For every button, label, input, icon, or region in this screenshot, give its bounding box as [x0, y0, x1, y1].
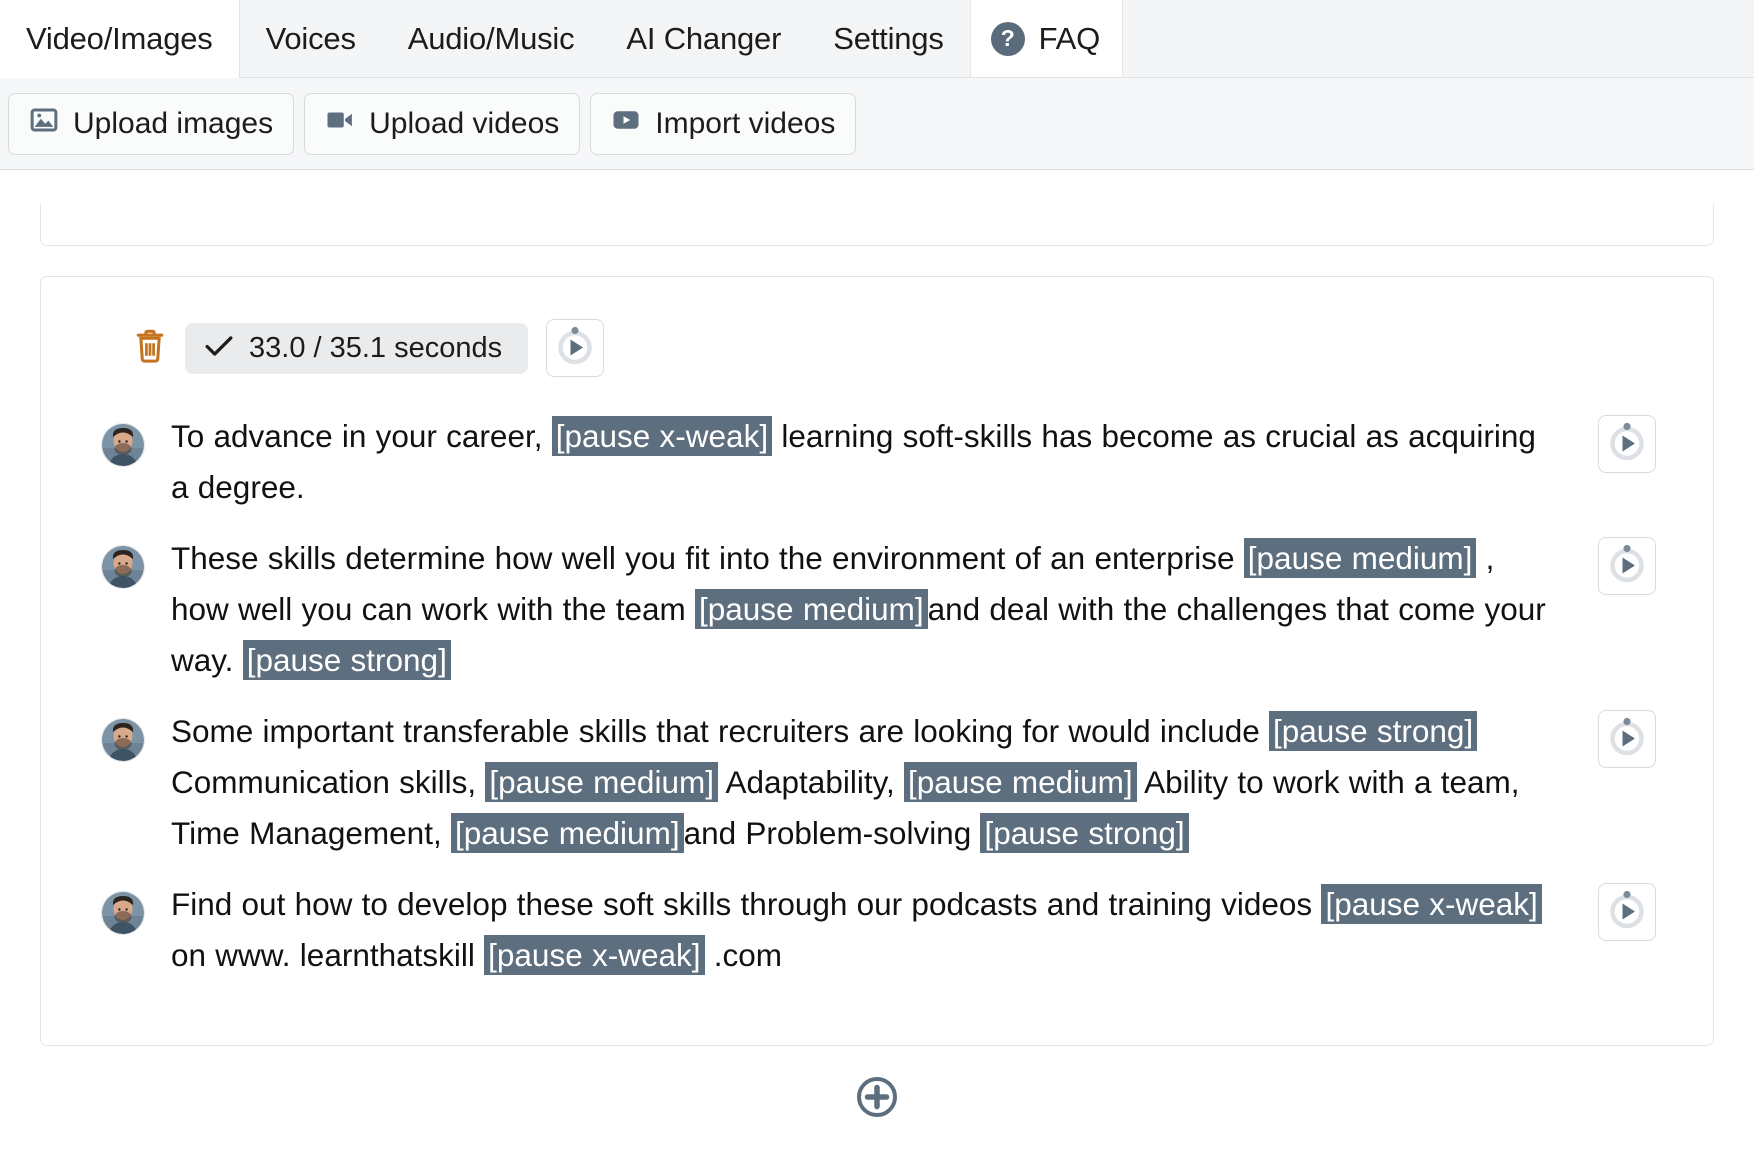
sentence-row: Some important transferable skills that …	[75, 706, 1679, 859]
video-camera-icon	[325, 105, 355, 143]
avatar-cell	[75, 411, 171, 467]
play-cell	[1575, 879, 1679, 942]
play-icon	[1605, 542, 1649, 591]
check-icon	[205, 332, 233, 365]
avatar	[101, 545, 145, 590]
trash-icon[interactable]	[133, 328, 167, 369]
upload-toolbar: Upload images Upload videos Import video…	[0, 78, 1754, 170]
sentence-text[interactable]: These skills determine how well you fit …	[171, 533, 1575, 686]
card-meta-row: 33.0 / 35.1 seconds	[75, 319, 1679, 377]
pause-tag[interactable]: [pause medium]	[450, 813, 684, 854]
previous-card-partial	[40, 204, 1714, 246]
play-cell	[1575, 706, 1679, 769]
sentence-row: These skills determine how well you fit …	[75, 533, 1679, 686]
script-card: 33.0 / 35.1 seconds To advance in your c…	[40, 276, 1714, 1047]
tab-label: Audio/Music	[407, 20, 575, 56]
tab-audio-music[interactable]: Audio/Music	[382, 0, 601, 77]
tab-video-images[interactable]: Video/Images	[0, 0, 240, 78]
plus-circle-icon[interactable]	[852, 1072, 902, 1127]
tab-bar: Video/Images Voices Audio/Music AI Chang…	[0, 0, 1754, 78]
import-videos-button[interactable]: Import videos	[590, 92, 857, 155]
play-icon	[553, 324, 597, 373]
pause-tag[interactable]: [pause medium]	[485, 762, 718, 803]
sentence-text[interactable]: Some important transferable skills that …	[171, 706, 1575, 859]
avatar-cell	[75, 706, 171, 763]
sentence-text[interactable]: To advance in your career, [pause x-weak…	[171, 411, 1575, 513]
sentence-play-button[interactable]	[1598, 883, 1656, 942]
sentence-row: To advance in your career, [pause x-weak…	[75, 411, 1679, 513]
pause-tag[interactable]: [pause strong]	[980, 813, 1189, 854]
tab-label: Video/Images	[26, 20, 213, 56]
play-icon	[1605, 715, 1649, 764]
play-box-icon	[611, 105, 641, 143]
duration-label: 33.0 / 35.1 seconds	[249, 331, 503, 364]
pause-tag[interactable]: [pause strong]	[1269, 711, 1478, 752]
sentence-play-button[interactable]	[1598, 537, 1656, 596]
tab-label: Settings	[833, 20, 944, 56]
duration-badge: 33.0 / 35.1 seconds	[185, 322, 529, 374]
avatar	[101, 718, 145, 763]
page-body: 33.0 / 35.1 seconds To advance in your c…	[0, 204, 1754, 1128]
question-mark-icon: ?	[990, 21, 1025, 56]
upload-videos-button[interactable]: Upload videos	[304, 92, 581, 155]
add-block-row	[40, 1072, 1714, 1127]
pause-tag[interactable]: [pause medium]	[1243, 538, 1477, 579]
pause-tag[interactable]: [pause medium]	[904, 762, 1137, 803]
tab-ai-changer[interactable]: AI Changer	[600, 0, 807, 77]
import-videos-label: Import videos	[655, 106, 836, 140]
tab-label: AI Changer	[626, 20, 782, 56]
upload-images-label: Upload images	[73, 106, 274, 140]
pause-tag[interactable]: [pause strong]	[242, 640, 451, 681]
pause-tag[interactable]: [pause x-weak]	[551, 416, 773, 456]
avatar	[101, 423, 145, 467]
sentence-row: Find out how to develop these soft skill…	[75, 879, 1679, 981]
play-icon	[1605, 888, 1649, 937]
sentence-play-button[interactable]	[1598, 415, 1656, 473]
play-cell	[1575, 411, 1679, 473]
upload-videos-label: Upload videos	[369, 106, 560, 140]
image-icon	[29, 105, 59, 143]
sentence-play-button[interactable]	[1598, 710, 1656, 769]
tab-voices[interactable]: Voices	[240, 0, 382, 77]
pause-tag[interactable]: [pause x-weak]	[1321, 884, 1542, 925]
card-play-button[interactable]	[546, 319, 605, 377]
pause-tag[interactable]: [pause medium]	[694, 589, 928, 630]
avatar-cell	[75, 533, 171, 590]
sentence-list: To advance in your career, [pause x-weak…	[75, 411, 1679, 981]
tab-faq[interactable]: ? FAQ	[969, 0, 1124, 77]
sentence-text[interactable]: Find out how to develop these soft skill…	[171, 879, 1575, 981]
tab-label: FAQ	[1038, 20, 1101, 56]
tab-settings[interactable]: Settings	[807, 0, 969, 77]
upload-images-button[interactable]: Upload images	[8, 92, 295, 155]
avatar-cell	[75, 879, 171, 936]
pause-tag[interactable]: [pause x-weak]	[484, 935, 705, 976]
play-cell	[1575, 533, 1679, 596]
play-icon	[1605, 420, 1649, 469]
avatar	[101, 891, 145, 936]
tab-label: Voices	[265, 20, 356, 56]
